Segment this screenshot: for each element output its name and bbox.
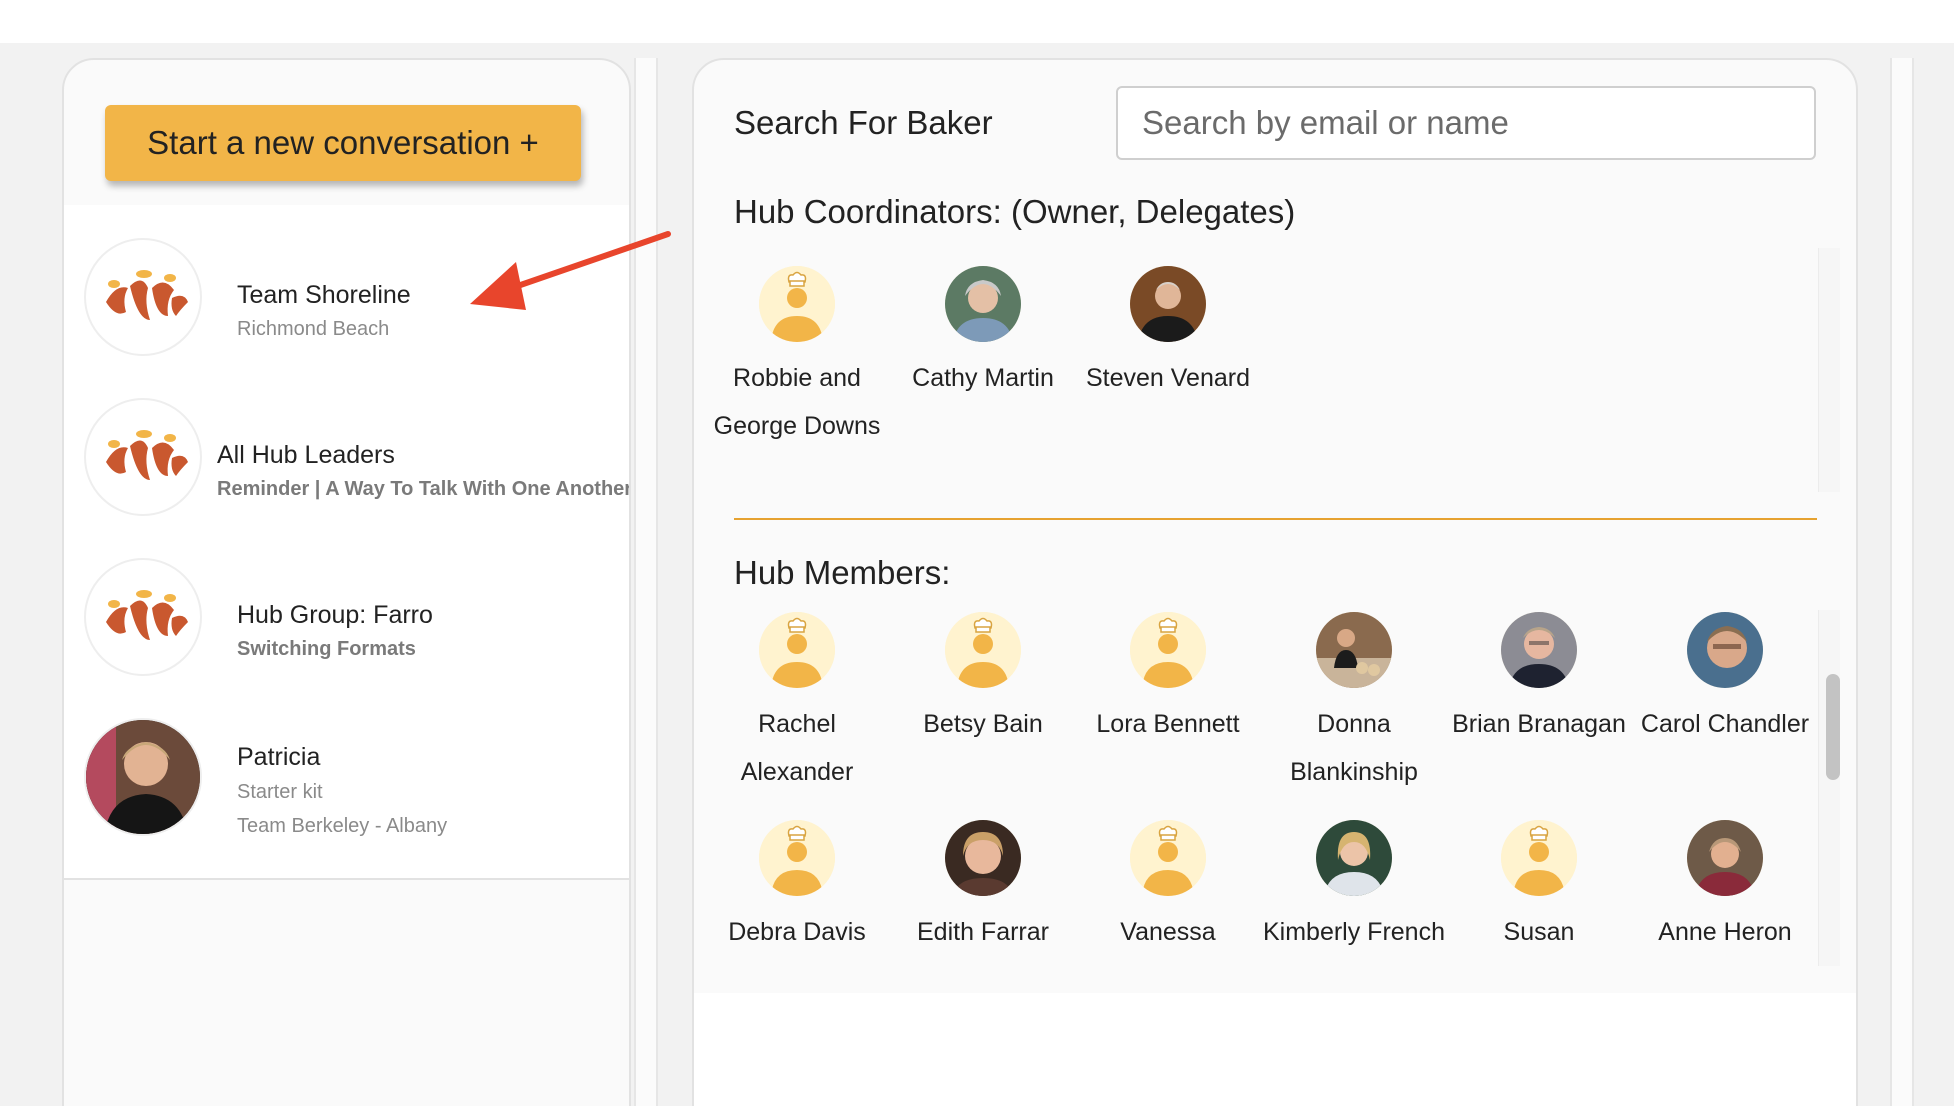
- conversation-subtitle: Reminder | A Way To Talk With One Anothe…: [217, 478, 631, 500]
- section-divider: [734, 518, 1817, 520]
- members-scrollbar[interactable]: [1818, 610, 1840, 966]
- conversation-item-all-hub-leaders[interactable]: All Hub Leaders Reminder | A Way To Talk…: [64, 365, 631, 516]
- members-grid: Rachel Alexander Betsy Bain Lora Bennett…: [694, 600, 1814, 966]
- coordinator-name: Steven Venard: [1085, 364, 1250, 392]
- members-title: Hub Members:: [734, 554, 951, 591]
- baker-placeholder-icon: [759, 820, 835, 896]
- coordinator-card[interactable]: Robbie and George Downs: [704, 266, 890, 450]
- members-scrollbar-thumb[interactable]: [1826, 674, 1840, 780]
- baker-directory-panel: Search For Baker Hub Coordinators: (Owne…: [692, 58, 1858, 1106]
- member-card[interactable]: Carol Chandler: [1632, 612, 1814, 748]
- member-name: Vanessa Fenlason: [1120, 918, 1216, 946]
- coordinator-card[interactable]: Cathy Martin: [890, 266, 1076, 402]
- conversation-item-patricia[interactable]: Patricia Starter kit Team Berkeley - Alb…: [64, 685, 629, 865]
- user-photo: [1130, 266, 1206, 342]
- coordinators-title: Hub Coordinators: (Owner, Delegates): [734, 193, 1296, 230]
- user-photo: [945, 820, 1021, 896]
- user-photo: [945, 266, 1021, 342]
- search-label: Search For Baker: [734, 104, 993, 141]
- coordinator-card[interactable]: Steven Venard: [1075, 266, 1261, 402]
- member-name: Anne Heron: [1658, 918, 1792, 946]
- panel-gutter: [634, 58, 658, 1106]
- conversation-subtitle: Starter kit: [237, 781, 323, 803]
- member-name: Susan Hayashida: [1503, 918, 1575, 946]
- start-new-conversation-button[interactable]: Start a new conversation +: [105, 105, 581, 181]
- member-card[interactable]: Susan Hayashida: [1446, 820, 1632, 966]
- baker-placeholder-icon: [1130, 820, 1206, 896]
- user-photo: [1316, 612, 1392, 688]
- conversation-title: Hub Group: Farro: [237, 601, 433, 629]
- user-photo: [1687, 820, 1763, 896]
- conversation-subtitle: Switching Formats: [237, 638, 416, 660]
- baker-placeholder-icon: [1501, 820, 1577, 896]
- member-name: Lora Bennett: [1096, 710, 1240, 738]
- member-card[interactable]: Kimberly French: [1261, 820, 1447, 956]
- member-card[interactable]: Anne Heron: [1632, 820, 1814, 956]
- member-card[interactable]: Edith Farrar: [890, 820, 1076, 956]
- member-card[interactable]: Betsy Bain: [890, 612, 1076, 748]
- top-bar: [0, 0, 1954, 43]
- search-input[interactable]: [1116, 86, 1816, 160]
- member-card[interactable]: Debra Davis: [704, 820, 890, 956]
- member-card[interactable]: Vanessa Fenlason: [1075, 820, 1261, 966]
- user-photo: [1316, 820, 1392, 896]
- conversations-panel: Start a new conversation + Team Shorelin…: [62, 58, 631, 1106]
- member-name: Kimberly French: [1263, 918, 1445, 946]
- right-gutter: [1890, 58, 1914, 1106]
- user-photo: [1501, 612, 1577, 688]
- member-card[interactable]: Brian Branagan: [1446, 612, 1632, 748]
- conversation-list: Team Shoreline Richmond Beach All Hub Le…: [64, 205, 631, 880]
- panel-footer: [694, 993, 1856, 1106]
- user-photo: [1687, 612, 1763, 688]
- member-name: Betsy Bain: [923, 710, 1043, 738]
- member-name: Brian Branagan: [1452, 710, 1626, 738]
- member-card[interactable]: Lora Bennett: [1075, 612, 1261, 748]
- conversation-hub-name: Team Berkeley - Albany: [237, 815, 448, 837]
- conversation-title: Patricia: [237, 743, 321, 771]
- coordinator-name: Robbie and George Downs: [713, 364, 881, 440]
- conversation-item-team-shoreline[interactable]: Team Shoreline Richmond Beach: [64, 205, 629, 356]
- member-card[interactable]: Donna Blankinship: [1261, 612, 1447, 796]
- conversation-item-hub-group-farro[interactable]: Hub Group: Farro Switching Formats: [64, 525, 629, 676]
- baker-placeholder-icon: [945, 612, 1021, 688]
- conversation-subtitle: Richmond Beach: [237, 318, 390, 340]
- hub-logo-icon: [84, 238, 202, 356]
- hub-logo-icon: [84, 398, 202, 516]
- coordinator-name: Cathy Martin: [912, 364, 1054, 392]
- baker-placeholder-icon: [1130, 612, 1206, 688]
- member-name: Carol Chandler: [1640, 710, 1810, 738]
- member-name: Edith Farrar: [917, 918, 1049, 946]
- user-photo: [84, 718, 202, 836]
- baker-placeholder-icon: [759, 612, 835, 688]
- member-name: Donna Blankinship: [1290, 710, 1418, 786]
- member-card[interactable]: Rachel Alexander: [704, 612, 890, 796]
- member-name: Rachel Alexander: [740, 710, 854, 786]
- conversation-title: Team Shoreline: [237, 281, 411, 309]
- coordinators-scrollbar[interactable]: [1818, 248, 1840, 492]
- baker-placeholder-icon: [759, 266, 835, 342]
- hub-logo-icon: [84, 558, 202, 676]
- member-name: Debra Davis: [728, 918, 866, 946]
- conversation-title: All Hub Leaders: [217, 441, 395, 469]
